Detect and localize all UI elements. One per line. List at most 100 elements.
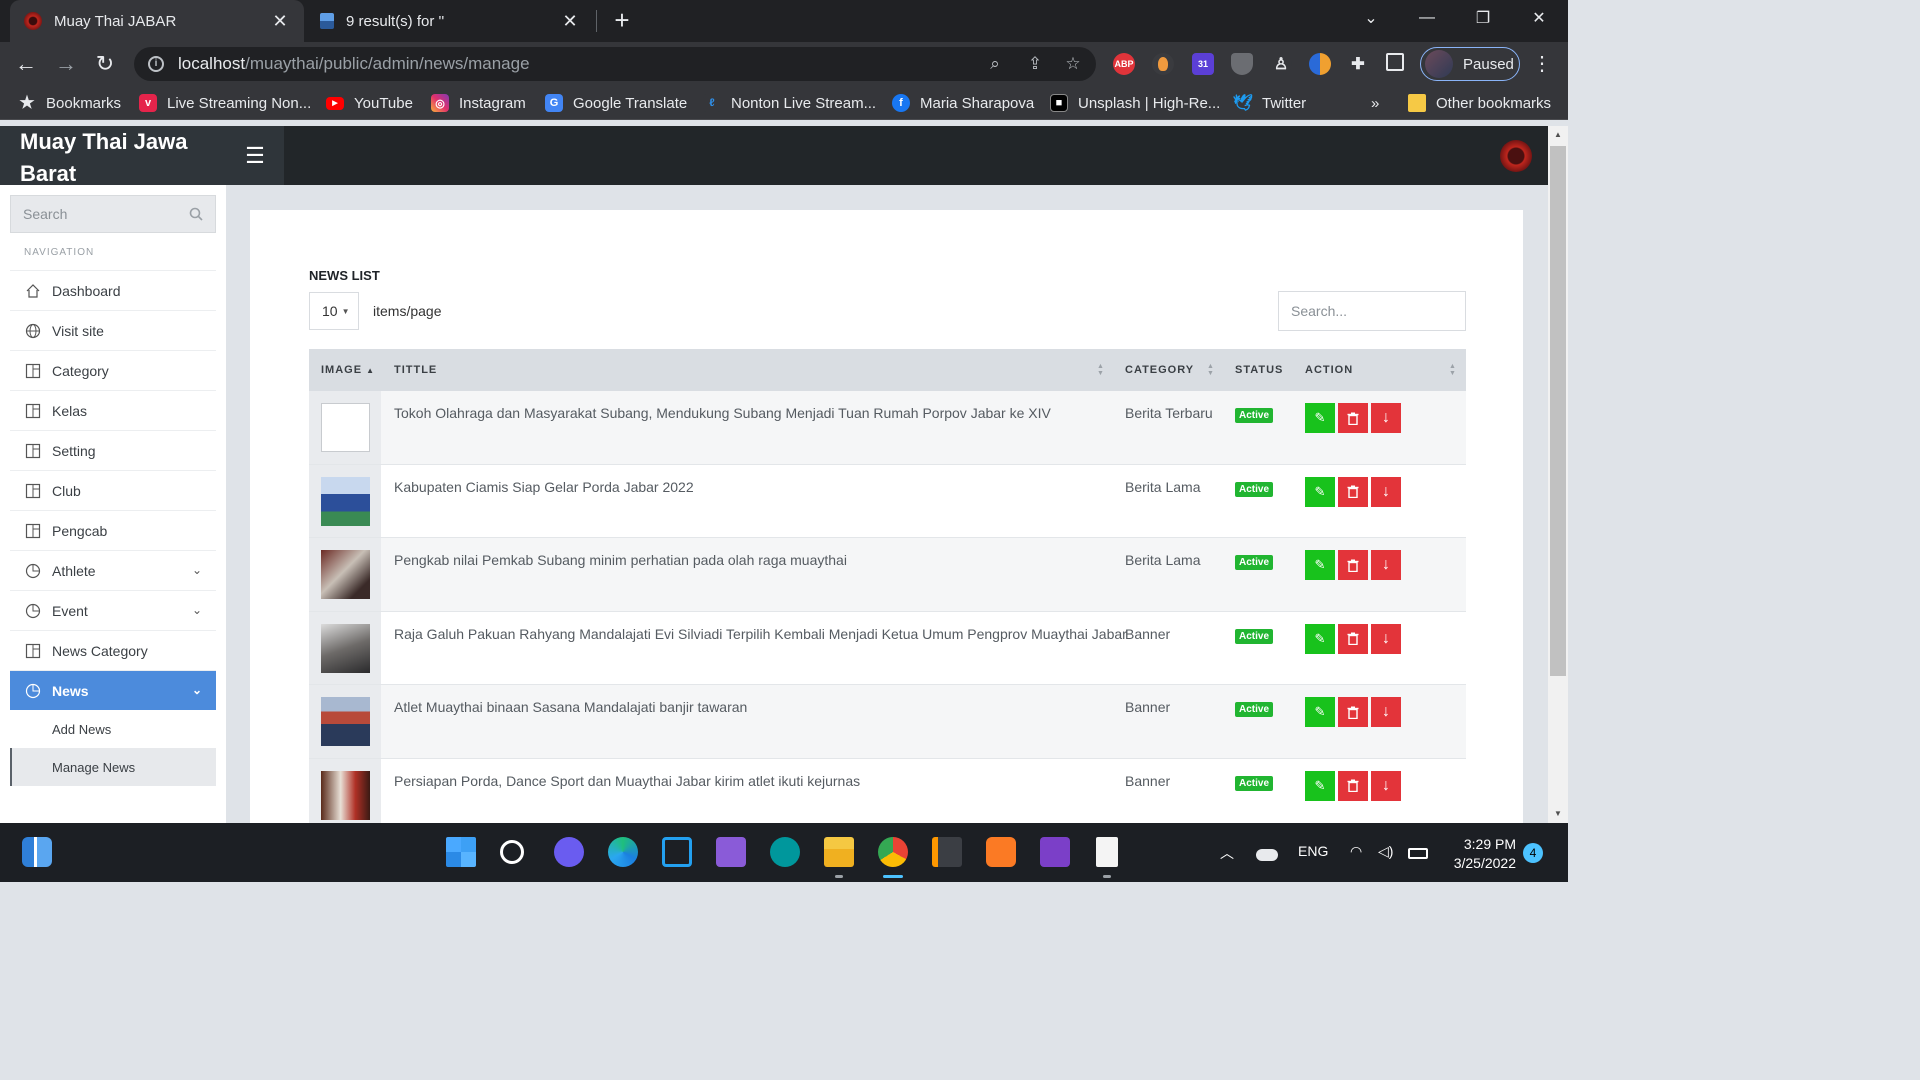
scroll-up-icon[interactable]: ▲ — [1548, 126, 1568, 144]
tab-search-results[interactable]: 9 result(s) for '' ✕ — [306, 0, 594, 42]
side-panel-icon[interactable] — [1386, 53, 1404, 71]
sidebar-item-club[interactable]: Club — [10, 470, 216, 510]
search-icon[interactable] — [189, 207, 203, 221]
bookmark-youtube[interactable]: ▶ YouTube — [326, 92, 413, 114]
visual-studio-icon[interactable] — [716, 837, 746, 867]
sidebar-item-event[interactable]: Event ⌄ — [10, 590, 216, 630]
sidebar-item-athlete[interactable]: Athlete ⌄ — [10, 550, 216, 590]
bookmark-unsplash[interactable]: ■ Unsplash | High-Re... — [1050, 92, 1220, 114]
bookmark-bookmarks[interactable]: ★ Bookmarks — [18, 92, 121, 114]
adblock-plus-icon[interactable]: ABP — [1113, 53, 1135, 75]
search-icon[interactable] — [500, 840, 524, 864]
delete-button[interactable] — [1338, 770, 1368, 801]
hamburger-menu-icon[interactable]: ☰ — [226, 126, 284, 185]
zoom-icon[interactable]: ⌕ — [984, 53, 1006, 75]
delete-button[interactable] — [1338, 550, 1368, 581]
sort-icon[interactable]: ▲ ▼ — [1097, 363, 1105, 377]
system-clock[interactable]: 3:29 PM 3/25/2022 — [1440, 835, 1516, 873]
close-window-button[interactable]: ✕ — [1511, 0, 1567, 36]
download-button[interactable]: ↓ — [1371, 770, 1401, 801]
language-indicator[interactable]: ENG — [1298, 843, 1328, 859]
table-search-input[interactable]: Search... — [1278, 291, 1466, 331]
share-icon[interactable]: ⇪ — [1024, 53, 1046, 75]
bookmark-live-streaming[interactable]: v Live Streaming Non... — [139, 92, 311, 114]
xampp-icon[interactable] — [986, 837, 1016, 867]
delete-button[interactable] — [1338, 403, 1368, 433]
close-tab-icon[interactable]: ✕ — [270, 11, 290, 32]
tray-overflow-chevron-icon[interactable]: ︿ — [1220, 843, 1234, 863]
edit-button[interactable]: ✎ — [1305, 697, 1335, 728]
shield-icon[interactable] — [1231, 53, 1253, 75]
bookmark-maria-sharapova[interactable]: f Maria Sharapova — [892, 92, 1034, 114]
address-bar[interactable]: i localhost/muaythai/public/admin/news/m… — [134, 47, 1096, 81]
widgets-icon[interactable] — [22, 837, 52, 867]
extension-fire-icon[interactable] — [1152, 53, 1174, 75]
download-button[interactable]: ↓ — [1371, 550, 1401, 581]
scrollbar-thumb[interactable] — [1550, 146, 1566, 676]
sort-icon[interactable]: ▲ ▼ — [1449, 363, 1457, 377]
bookmark-instagram[interactable]: ◎ Instagram — [431, 92, 526, 114]
onedrive-cloud-icon[interactable] — [1256, 849, 1278, 861]
sublime-text-icon[interactable] — [932, 837, 962, 867]
edit-button[interactable]: ✎ — [1305, 476, 1335, 507]
column-header-image[interactable]: IMAGE ▲ — [321, 364, 375, 376]
start-button-icon[interactable] — [446, 837, 476, 867]
extensions-puzzle-icon[interactable]: ✚ — [1347, 53, 1369, 75]
download-button[interactable]: ↓ — [1371, 697, 1401, 728]
sidebar-item-news-category[interactable]: News Category — [10, 630, 216, 670]
edit-button[interactable]: ✎ — [1305, 403, 1335, 433]
bookmarks-overflow-button[interactable]: » — [1371, 92, 1379, 114]
site-info-icon[interactable]: i — [148, 56, 164, 72]
arduino-icon[interactable] — [770, 837, 800, 867]
sidebar-item-kelas[interactable]: Kelas — [10, 390, 216, 430]
new-tab-button[interactable]: + — [606, 6, 638, 36]
profile-button[interactable]: Paused — [1420, 47, 1520, 81]
sidebar-item-dashboard[interactable]: Dashboard — [10, 270, 216, 310]
download-button[interactable]: ↓ — [1371, 623, 1401, 654]
sidebar-item-visit-site[interactable]: Visit site — [10, 310, 216, 350]
column-header-category[interactable]: CATEGORY — [1125, 364, 1194, 376]
delete-button[interactable] — [1338, 623, 1368, 654]
volume-icon[interactable]: ◁) — [1378, 843, 1393, 860]
sidebar-item-news[interactable]: News ⌄ — [10, 670, 216, 710]
chrome-icon[interactable] — [878, 837, 908, 867]
page-scrollbar[interactable]: ▲ ▼ — [1548, 126, 1568, 823]
wifi-icon[interactable]: ◠ — [1350, 843, 1362, 860]
other-bookmarks-folder[interactable]: Other bookmarks — [1408, 92, 1551, 114]
delete-button[interactable] — [1338, 697, 1368, 728]
sidebar-subitem-manage-news[interactable]: Manage News — [10, 748, 216, 786]
extension-orb-icon[interactable] — [1309, 53, 1331, 75]
teams-chat-icon[interactable] — [554, 837, 584, 867]
edit-button[interactable]: ✎ — [1305, 770, 1335, 801]
bookmark-google-translate[interactable]: G Google Translate — [545, 92, 687, 114]
sidebar-item-category[interactable]: Category — [10, 350, 216, 390]
close-tab-icon[interactable]: ✕ — [560, 11, 580, 32]
notification-badge[interactable]: 4 — [1523, 843, 1543, 863]
restore-button[interactable]: ❐ — [1455, 0, 1511, 36]
sidebar-item-setting[interactable]: Setting — [10, 430, 216, 470]
scroll-down-icon[interactable]: ▼ — [1548, 805, 1568, 823]
sidebar-item-pengcab[interactable]: Pengcab — [10, 510, 216, 550]
document-icon[interactable] — [1096, 837, 1118, 867]
delete-button[interactable] — [1338, 476, 1368, 507]
extension-figure-icon[interactable]: ♙ — [1270, 53, 1292, 75]
edit-button[interactable]: ✎ — [1305, 623, 1335, 654]
sidebar-search-input[interactable]: Search — [10, 195, 216, 233]
file-explorer-icon[interactable] — [824, 837, 854, 867]
extension-badge-icon[interactable]: 31 — [1192, 53, 1214, 75]
column-header-action[interactable]: ACTION — [1305, 364, 1353, 376]
bookmark-star-icon[interactable]: ☆ — [1062, 53, 1084, 75]
edge-browser-icon[interactable] — [608, 837, 638, 867]
sidebar-subitem-add-news[interactable]: Add News — [10, 710, 216, 748]
browser-menu-icon[interactable]: ⋮ — [1532, 50, 1552, 78]
column-header-title[interactable]: TITTLE — [394, 364, 437, 376]
tab-muay-thai-jabar[interactable]: Muay Thai JABAR ✕ — [10, 0, 304, 42]
brand-title[interactable]: Muay Thai Jawa Barat — [0, 126, 226, 186]
download-button[interactable]: ↓ — [1371, 403, 1401, 433]
visual-studio-purple-icon[interactable] — [1040, 837, 1070, 867]
column-header-status[interactable]: STATUS — [1235, 364, 1283, 376]
bookmark-twitter[interactable]: 🕊 Twitter — [1233, 92, 1306, 114]
vscode-icon[interactable] — [662, 837, 692, 867]
minimize-button[interactable]: — — [1399, 0, 1455, 36]
edit-button[interactable]: ✎ — [1305, 550, 1335, 581]
